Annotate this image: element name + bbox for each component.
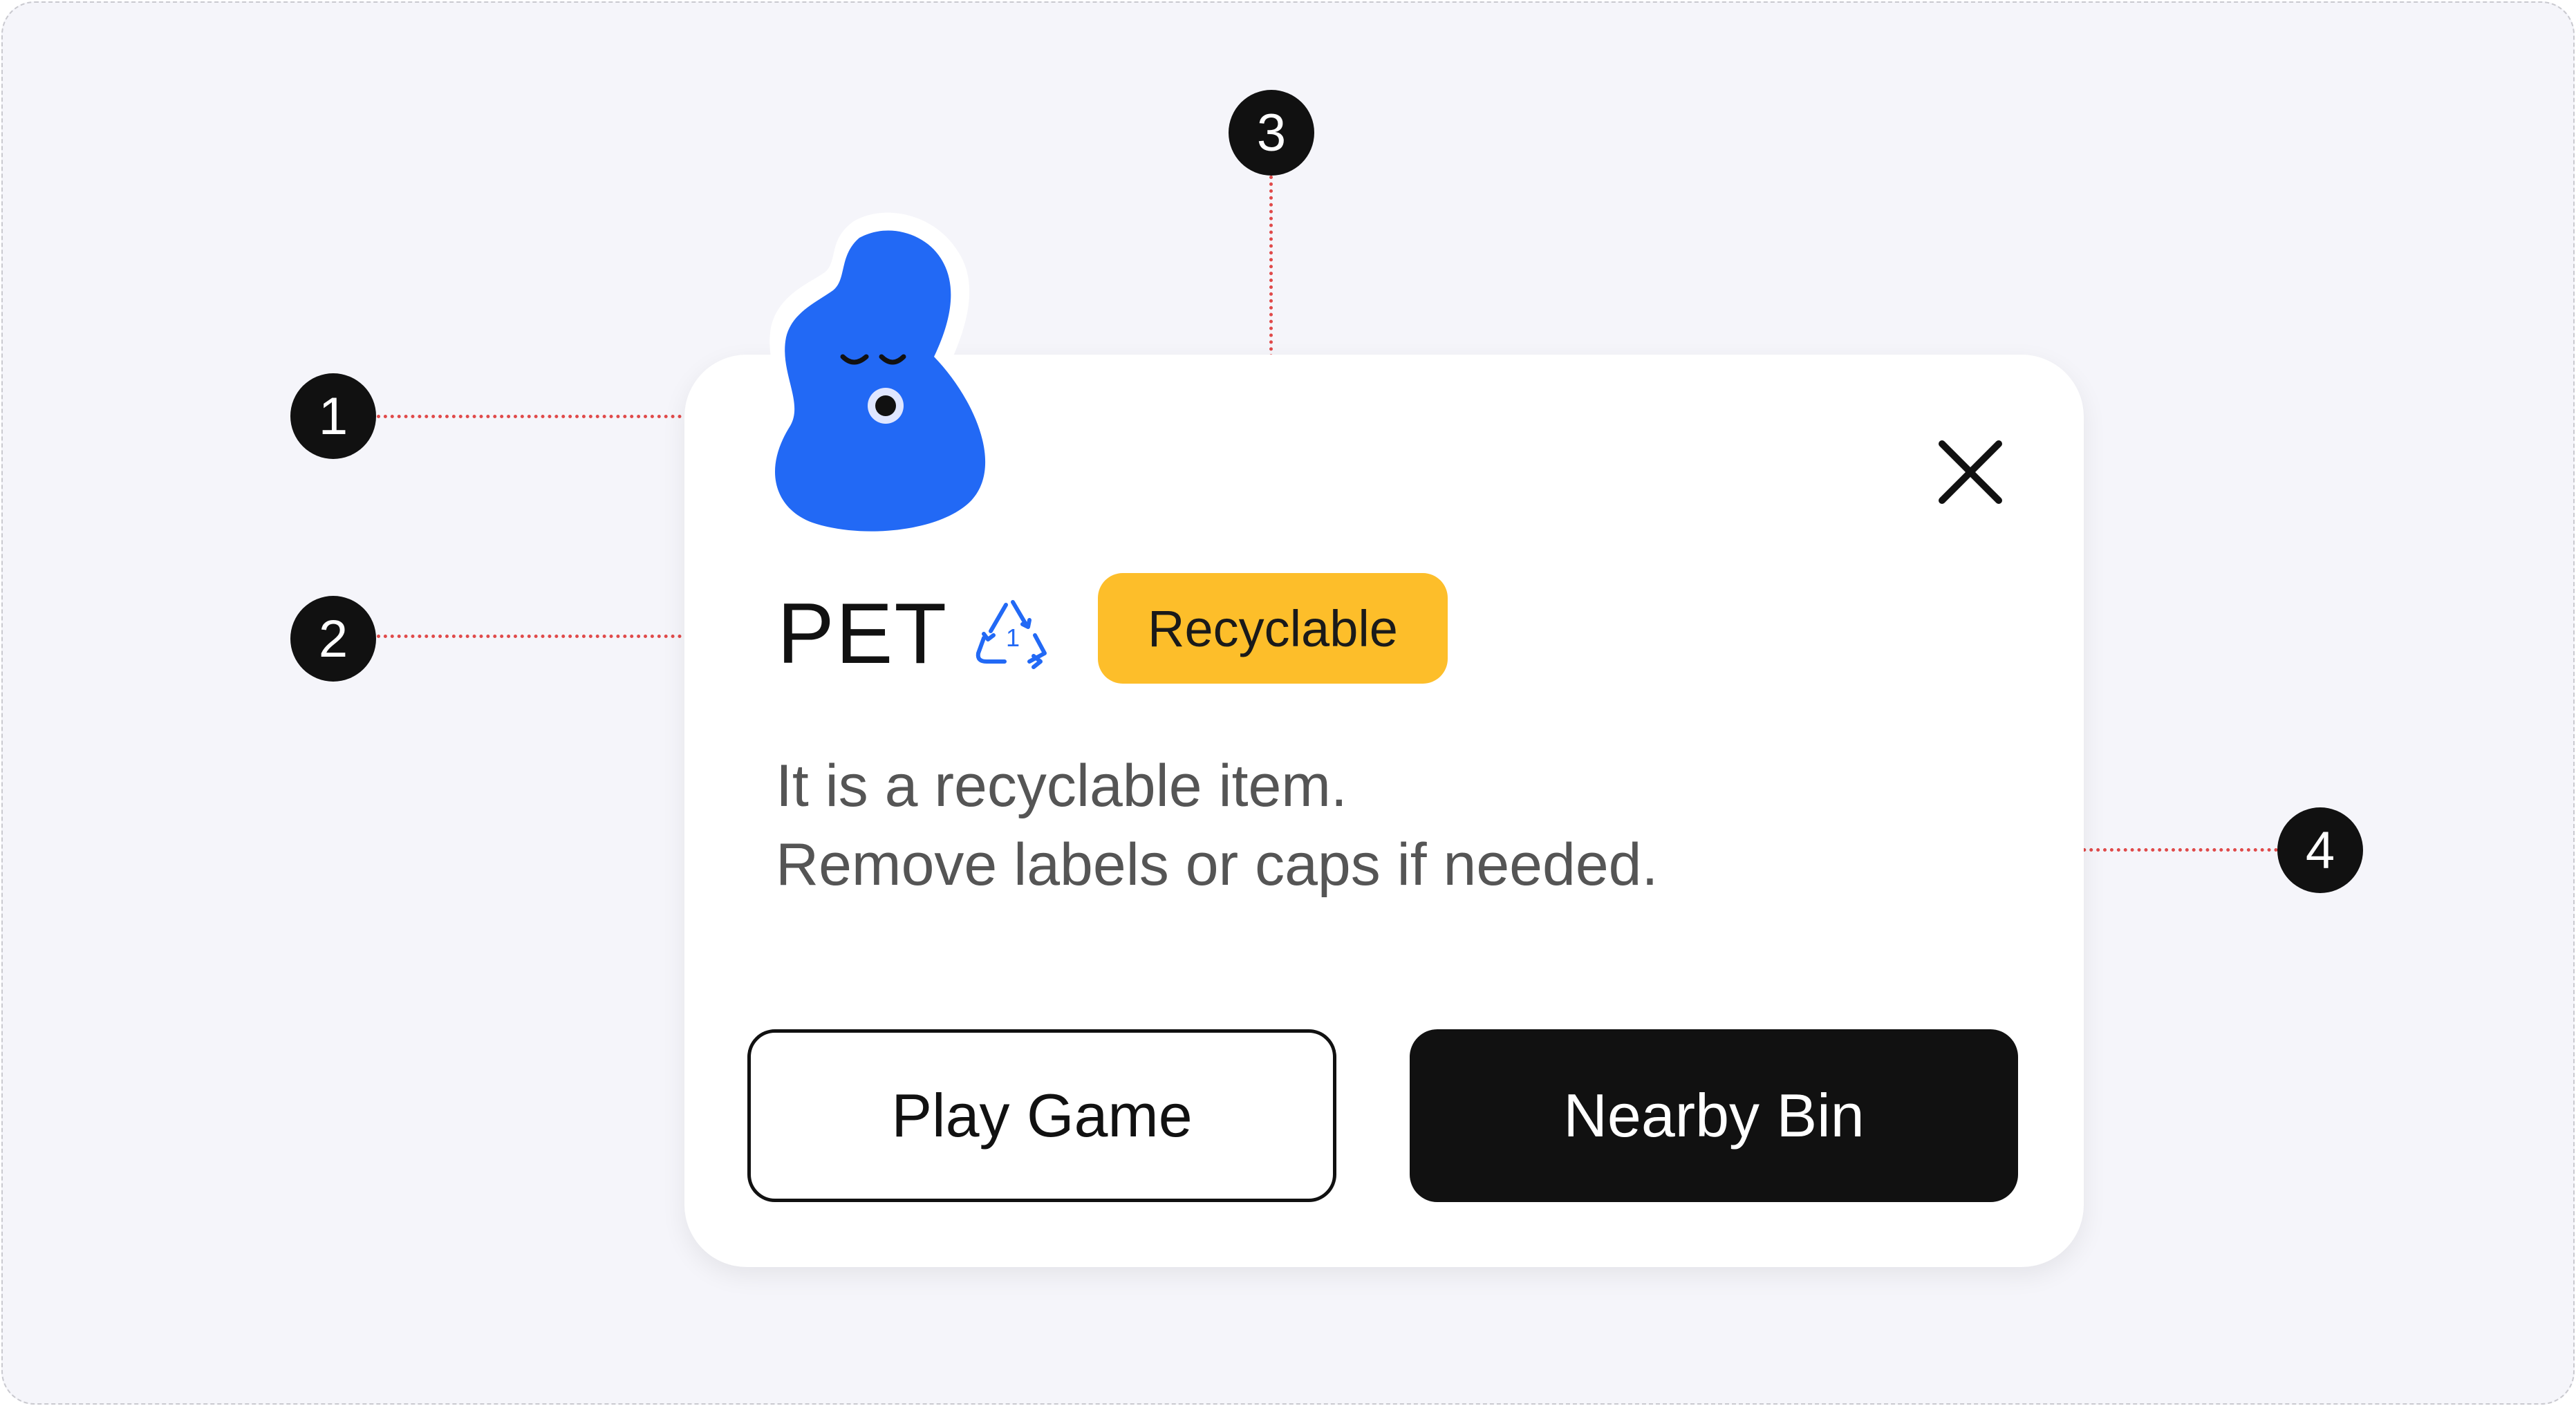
material-name: PET	[777, 586, 949, 682]
mascot-mouth	[875, 395, 896, 416]
close-icon[interactable]	[1932, 434, 2008, 510]
annotation-marker-3: 3	[1229, 90, 1314, 176]
play-game-button[interactable]: Play Game	[747, 1029, 1336, 1202]
recycle-triangle-icon: 1	[976, 600, 1047, 669]
mascot-character	[759, 212, 1005, 549]
annotation-marker-1: 1	[290, 373, 376, 459]
nearby-bin-button[interactable]: Nearby Bin	[1410, 1029, 2018, 1202]
description-line-2: Remove labels or caps if needed.	[776, 832, 1659, 898]
annotation-marker-2: 2	[290, 596, 376, 682]
description-line-1: It is a recyclable item.	[776, 753, 1347, 819]
recycle-number: 1	[1006, 624, 1020, 652]
material-row: PET 1	[777, 582, 1052, 686]
status-badge: Recyclable	[1098, 573, 1448, 684]
description: It is a recyclable item. Remove labels o…	[776, 747, 1658, 904]
annotation-marker-4: 4	[2277, 807, 2363, 893]
